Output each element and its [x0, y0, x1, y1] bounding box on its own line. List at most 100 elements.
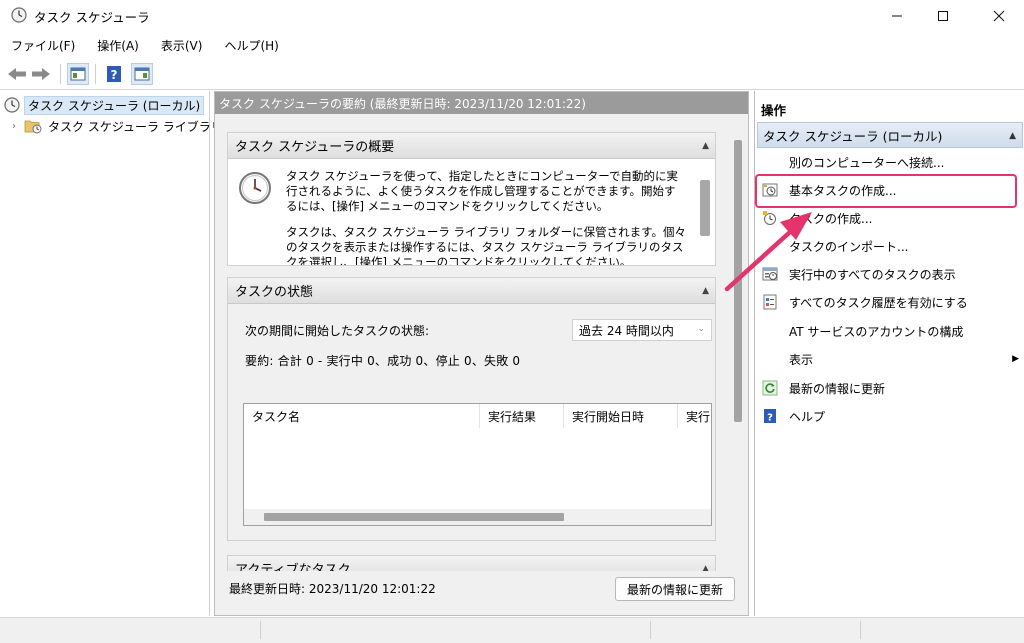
- tree-item-local-label: タスク スケジューラ (ローカル): [24, 95, 205, 115]
- chevron-right-icon[interactable]: ›: [12, 121, 24, 132]
- action-label: ヘルプ: [789, 409, 826, 424]
- action-label: AT サービスのアカウントの構成: [789, 324, 964, 339]
- action-help[interactable]: ? ヘルプ: [761, 404, 1021, 428]
- clock-app-icon: [11, 7, 27, 23]
- chevron-down-icon: ⌄: [697, 324, 705, 334]
- maximize-button[interactable]: [920, 0, 966, 32]
- overview-paragraph-1: タスク スケジューラを使って、指定したときにコンピューターで自動的に実行されるよ…: [286, 169, 679, 213]
- clock-icon: [4, 97, 20, 113]
- help-toolbar-button[interactable]: ?: [103, 63, 125, 85]
- action-show-running-tasks[interactable]: 実行中のすべてのタスクの表示: [761, 262, 1021, 286]
- summary-header: タスク スケジューラの要約 (最終更新日時: 2023/11/20 12:01:…: [215, 92, 748, 114]
- status-separator: [860, 621, 861, 639]
- svg-text:?: ?: [767, 413, 773, 424]
- collapse-up-icon[interactable]: ▲: [702, 286, 709, 296]
- summary-scrollbar-thumb[interactable]: [734, 140, 742, 422]
- task-status-table: タスク名 実行結果 実行開始日時 実行: [243, 403, 712, 526]
- menu-file[interactable]: ファイル(F): [8, 35, 78, 56]
- toolbar-separator: [95, 64, 96, 84]
- forward-button[interactable]: [30, 63, 52, 85]
- menu-view[interactable]: 表示(V): [158, 35, 206, 56]
- task-status-section-header[interactable]: タスクの状態 ▲: [228, 278, 715, 304]
- highlight-box: [755, 174, 1017, 208]
- help-book-icon: ?: [107, 66, 121, 82]
- folder-clock-icon: [24, 120, 42, 134]
- column-header-result[interactable]: 実行結果: [480, 404, 564, 428]
- show-hide-action-pane-button[interactable]: [131, 63, 153, 85]
- action-pane-icon: [134, 67, 150, 81]
- tree-item-local[interactable]: タスク スケジューラ (ローカル): [4, 95, 205, 115]
- column-header-task-name[interactable]: タスク名: [244, 404, 480, 428]
- window-title: タスク スケジューラ: [34, 10, 150, 25]
- actions-section-label: タスク スケジューラ (ローカル): [763, 128, 943, 144]
- status-separator: [260, 621, 261, 639]
- overview-section: タスク スケジューラの概要 ▲ タスク スケジューラを使って、指定したときにコン…: [227, 132, 716, 266]
- active-tasks-section: アクティブなタスク ▲: [227, 555, 716, 571]
- table-scrollbar-thumb[interactable]: [264, 513, 564, 521]
- toolbar-separator: [60, 64, 61, 84]
- close-button[interactable]: [976, 0, 1022, 32]
- overview-title: タスク スケジューラの概要: [235, 140, 395, 155]
- menu-help[interactable]: ヘルプ(H): [221, 35, 281, 56]
- tree-item-library[interactable]: › タスク スケジューラ ライブラリ: [12, 116, 223, 136]
- actions-section-header[interactable]: タスク スケジューラ (ローカル) ▲: [757, 122, 1023, 148]
- show-hide-console-tree-button[interactable]: [67, 63, 89, 85]
- console-tree-pane: タスク スケジューラ (ローカル) › タスク スケジューラ ライブラリ: [0, 91, 223, 616]
- period-label: 次の期間に開始したタスクの状態:: [245, 324, 430, 338]
- summary-pane: タスク スケジューラの要約 (最終更新日時: 2023/11/20 12:01:…: [214, 91, 749, 616]
- action-import-task[interactable]: タスクのインポート...: [761, 234, 1021, 258]
- forward-arrow-icon: [32, 68, 50, 80]
- collapse-up-icon[interactable]: ▲: [1009, 131, 1016, 141]
- last-updated-label: 最終更新日時: 2023/11/20 12:01:22: [229, 582, 436, 596]
- running-tasks-icon: [761, 265, 779, 283]
- action-connect-computer[interactable]: 別のコンピューターへ接続...: [761, 150, 1021, 174]
- actions-title: 操作: [761, 103, 787, 118]
- action-view[interactable]: 表示 ▶: [761, 347, 1021, 371]
- action-label: 表示: [789, 352, 814, 367]
- refresh-icon: [761, 379, 779, 397]
- column-header-start-time[interactable]: 実行開始日時: [564, 404, 678, 428]
- close-icon: [993, 10, 1005, 22]
- status-separator: [650, 621, 651, 639]
- refresh-button[interactable]: 最新の情報に更新: [615, 577, 735, 601]
- period-dropdown-value: 過去 24 時間以内: [579, 323, 674, 338]
- action-label: 最新の情報に更新: [789, 381, 886, 396]
- status-summary: 要約: 合計 0 - 実行中 0、成功 0、停止 0、失敗 0: [245, 354, 521, 368]
- create-task-icon: [761, 209, 779, 227]
- task-status-section: タスクの状態 ▲ 次の期間に開始したタスクの状態: 過去 24 時間以内 ⌄ 要…: [227, 277, 716, 541]
- minimize-icon: [892, 15, 902, 17]
- collapse-up-icon[interactable]: ▲: [702, 564, 709, 571]
- action-enable-history[interactable]: すべてのタスク履歴を有効にする: [761, 290, 1021, 314]
- large-clock-icon: [239, 172, 271, 204]
- task-status-title: タスクの状態: [235, 285, 314, 300]
- history-icon: [761, 293, 779, 311]
- active-tasks-title: アクティブなタスク: [235, 563, 351, 571]
- menu-action[interactable]: 操作(A): [94, 35, 142, 56]
- svg-text:?: ?: [111, 68, 118, 82]
- action-configure-at-service[interactable]: AT サービスのアカウントの構成: [761, 319, 1021, 343]
- action-refresh[interactable]: 最新の情報に更新: [761, 376, 1021, 400]
- action-label: タスクのインポート...: [789, 239, 909, 254]
- action-label: 実行中のすべてのタスクの表示: [789, 267, 956, 282]
- action-label: 別のコンピューターへ接続...: [789, 155, 945, 170]
- maximize-icon: [938, 11, 948, 21]
- actions-pane: 操作 タスク スケジューラ (ローカル) ▲ 別のコンピューターへ接続... 基…: [754, 91, 1024, 616]
- help-icon: ?: [761, 407, 779, 425]
- overview-scrollbar-thumb[interactable]: [700, 180, 710, 236]
- title-bar: タスク スケジューラ: [0, 0, 1024, 32]
- toolbar: ?: [0, 58, 1024, 90]
- active-tasks-section-header[interactable]: アクティブなタスク ▲: [228, 556, 715, 571]
- period-dropdown[interactable]: 過去 24 時間以内 ⌄: [572, 319, 712, 341]
- column-header-run[interactable]: 実行: [678, 404, 711, 428]
- action-label: すべてのタスク履歴を有効にする: [789, 295, 968, 310]
- refresh-button-label: 最新の情報に更新: [626, 582, 723, 597]
- submenu-arrow-icon: ▶: [1012, 354, 1019, 364]
- table-horizontal-scrollbar[interactable]: [244, 509, 711, 525]
- action-label: タスクの作成...: [789, 211, 873, 226]
- action-create-task[interactable]: タスクの作成...: [761, 206, 1021, 230]
- back-button[interactable]: [6, 63, 28, 85]
- summary-vertical-scrollbar[interactable]: [732, 120, 744, 582]
- collapse-up-icon[interactable]: ▲: [702, 141, 709, 151]
- overview-section-header[interactable]: タスク スケジューラの概要 ▲: [228, 133, 715, 159]
- minimize-button[interactable]: [874, 0, 920, 32]
